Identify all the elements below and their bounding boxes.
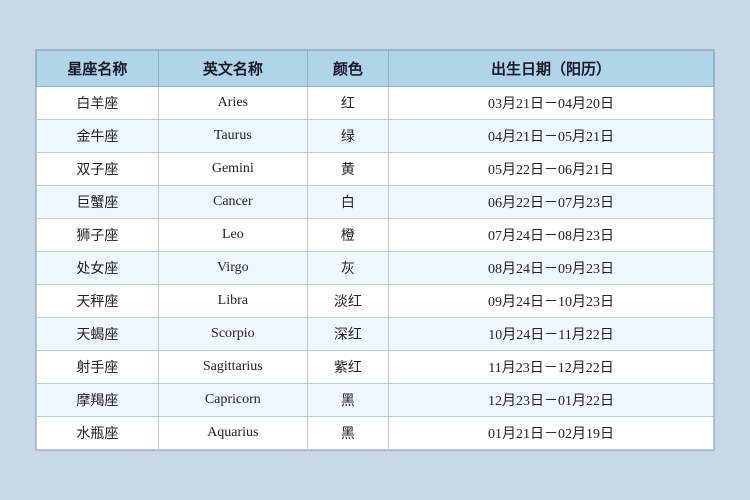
- cell-date: 12月23日－01月22日: [389, 384, 714, 417]
- table-row: 处女座Virgo灰08月24日－09月23日: [37, 252, 714, 285]
- cell-english: Libra: [158, 285, 307, 318]
- cell-color: 深红: [307, 318, 388, 351]
- table-row: 双子座Gemini黄05月22日－06月21日: [37, 153, 714, 186]
- cell-color: 黄: [307, 153, 388, 186]
- cell-date: 10月24日－11月22日: [389, 318, 714, 351]
- cell-date: 03月21日－04月20日: [389, 87, 714, 120]
- cell-chinese: 狮子座: [37, 219, 159, 252]
- cell-color: 黑: [307, 384, 388, 417]
- cell-chinese: 天秤座: [37, 285, 159, 318]
- header-color: 颜色: [307, 51, 388, 87]
- cell-color: 淡红: [307, 285, 388, 318]
- table-header-row: 星座名称 英文名称 颜色 出生日期（阳历）: [37, 51, 714, 87]
- table-row: 水瓶座Aquarius黑01月21日－02月19日: [37, 417, 714, 450]
- table-row: 金牛座Taurus绿04月21日－05月21日: [37, 120, 714, 153]
- header-english: 英文名称: [158, 51, 307, 87]
- cell-english: Scorpio: [158, 318, 307, 351]
- cell-color: 红: [307, 87, 388, 120]
- cell-color: 紫红: [307, 351, 388, 384]
- cell-color: 灰: [307, 252, 388, 285]
- cell-english: Virgo: [158, 252, 307, 285]
- cell-chinese: 处女座: [37, 252, 159, 285]
- cell-date: 04月21日－05月21日: [389, 120, 714, 153]
- cell-date: 05月22日－06月21日: [389, 153, 714, 186]
- header-date: 出生日期（阳历）: [389, 51, 714, 87]
- cell-color: 绿: [307, 120, 388, 153]
- cell-chinese: 天蝎座: [37, 318, 159, 351]
- cell-chinese: 金牛座: [37, 120, 159, 153]
- cell-chinese: 巨蟹座: [37, 186, 159, 219]
- cell-english: Leo: [158, 219, 307, 252]
- cell-english: Sagittarius: [158, 351, 307, 384]
- table-row: 射手座Sagittarius紫红11月23日－12月22日: [37, 351, 714, 384]
- zodiac-table: 星座名称 英文名称 颜色 出生日期（阳历） 白羊座Aries红03月21日－04…: [35, 49, 715, 451]
- table-row: 巨蟹座Cancer白06月22日－07月23日: [37, 186, 714, 219]
- table-row: 摩羯座Capricorn黑12月23日－01月22日: [37, 384, 714, 417]
- cell-chinese: 双子座: [37, 153, 159, 186]
- cell-date: 07月24日－08月23日: [389, 219, 714, 252]
- header-chinese: 星座名称: [37, 51, 159, 87]
- cell-date: 08月24日－09月23日: [389, 252, 714, 285]
- table-row: 白羊座Aries红03月21日－04月20日: [37, 87, 714, 120]
- cell-english: Taurus: [158, 120, 307, 153]
- table-row: 天蝎座Scorpio深红10月24日－11月22日: [37, 318, 714, 351]
- cell-english: Gemini: [158, 153, 307, 186]
- cell-english: Aquarius: [158, 417, 307, 450]
- cell-date: 11月23日－12月22日: [389, 351, 714, 384]
- cell-chinese: 射手座: [37, 351, 159, 384]
- cell-date: 06月22日－07月23日: [389, 186, 714, 219]
- cell-chinese: 白羊座: [37, 87, 159, 120]
- cell-date: 01月21日－02月19日: [389, 417, 714, 450]
- cell-color: 白: [307, 186, 388, 219]
- cell-color: 橙: [307, 219, 388, 252]
- table-row: 狮子座Leo橙07月24日－08月23日: [37, 219, 714, 252]
- cell-chinese: 水瓶座: [37, 417, 159, 450]
- cell-english: Capricorn: [158, 384, 307, 417]
- cell-date: 09月24日－10月23日: [389, 285, 714, 318]
- cell-english: Aries: [158, 87, 307, 120]
- cell-color: 黑: [307, 417, 388, 450]
- cell-english: Cancer: [158, 186, 307, 219]
- cell-chinese: 摩羯座: [37, 384, 159, 417]
- table-row: 天秤座Libra淡红09月24日－10月23日: [37, 285, 714, 318]
